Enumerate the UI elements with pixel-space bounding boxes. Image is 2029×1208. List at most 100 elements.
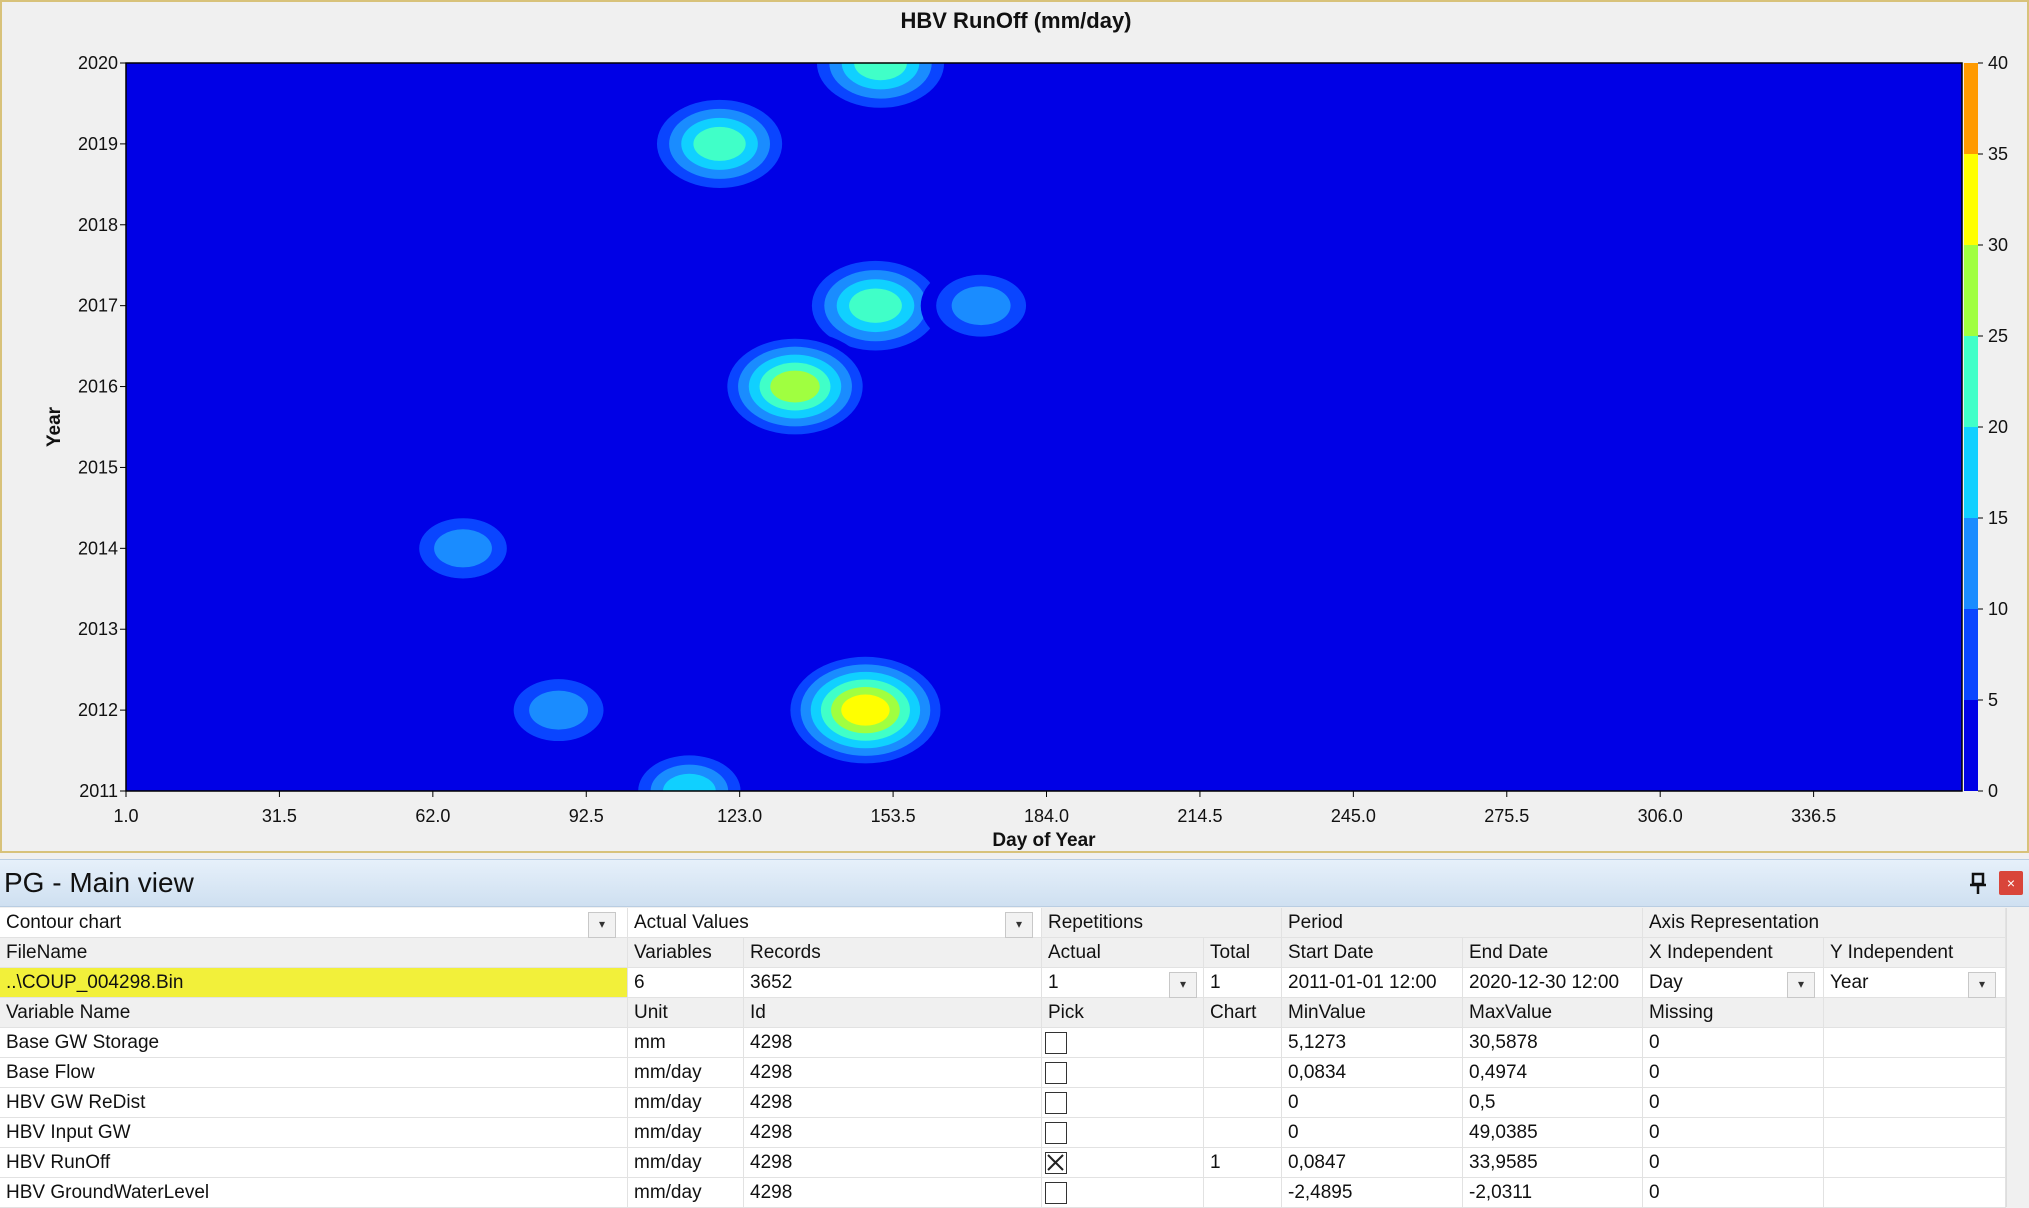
col-start-date: Start Date [1282, 938, 1463, 968]
var-id-cell: 4298 [744, 1028, 1042, 1058]
pin-icon[interactable] [1967, 872, 1989, 896]
var-name-cell: HBV GW ReDist [0, 1088, 628, 1118]
x-tick-label: 123.0 [717, 806, 762, 826]
y-tick-label: 2014 [78, 538, 118, 558]
start-date-cell[interactable]: 2011-01-01 12:00 [1282, 968, 1463, 998]
var-name-cell: HBV Input GW [0, 1118, 628, 1148]
empty-cell [1824, 1088, 2006, 1118]
var-unit-cell: mm/day [628, 1118, 744, 1148]
var-chart-cell: 1 [1204, 1148, 1282, 1178]
colorbar: 0 5 10 15 20 25 30 35 40 [1964, 53, 2008, 801]
pick-checkbox[interactable] [1045, 1122, 1067, 1144]
close-icon[interactable]: × [1999, 871, 2023, 895]
x-tick-label: 245.0 [1331, 806, 1376, 826]
contour-level-8-3 [951, 286, 1011, 326]
colorbar-tick-label: 35 [1988, 144, 2008, 164]
var-max-cell: 30,5878 [1463, 1028, 1643, 1058]
colorbar-tick-label: 40 [1988, 53, 2008, 73]
x-tick-label: 306.0 [1638, 806, 1683, 826]
pick-checkbox[interactable] [1045, 1182, 1067, 1204]
x-tick-label: 62.0 [415, 806, 450, 826]
pick-cell [1042, 1118, 1204, 1148]
properties-grid: Contour chart ▾ Actual Values ▾ Repetiti… [0, 908, 2006, 1208]
var-unit-cell: mm/day [628, 1178, 744, 1208]
axis-representation-header: Axis Representation [1643, 908, 2006, 938]
colorbar-tick-label: 5 [1988, 690, 1998, 710]
col-variables: Variables [628, 938, 744, 968]
pick-checkbox[interactable] [1045, 1062, 1067, 1084]
var-min-cell: 0,0834 [1282, 1058, 1463, 1088]
var-chart-cell [1204, 1178, 1282, 1208]
var-chart-cell [1204, 1028, 1282, 1058]
empty-cell [1824, 1118, 2006, 1148]
col-x-independent: X Independent [1643, 938, 1824, 968]
contour-level-5-3 [529, 690, 589, 730]
empty-cell [1824, 1178, 2006, 1208]
var-max-cell: -2,0311 [1463, 1178, 1643, 1208]
var-id-cell: 4298 [744, 1058, 1042, 1088]
col-id: Id [744, 998, 1042, 1028]
colorbar-segment [1964, 518, 1978, 609]
var-chart-cell [1204, 1088, 1282, 1118]
vertical-scrollbar[interactable] [2006, 908, 2029, 1207]
col-max-value: MaxValue [1463, 998, 1643, 1028]
col-y-independent: Y Independent [1824, 938, 2006, 968]
var-missing-cell: 0 [1643, 1118, 1824, 1148]
chart-type-value: Contour chart [6, 912, 122, 933]
colorbar-tick-label: 10 [1988, 599, 2008, 619]
chart-title: HBV RunOff (mm/day) [901, 8, 1132, 33]
colorbar-tick-label: 0 [1988, 781, 1998, 801]
var-min-cell: 0,0847 [1282, 1148, 1463, 1178]
var-id-cell: 4298 [744, 1178, 1042, 1208]
var-missing-cell: 0 [1643, 1028, 1824, 1058]
contour-level-2-5 [693, 126, 746, 161]
colorbar-segment [1964, 700, 1978, 791]
value-type-select[interactable]: Actual Values [628, 908, 1042, 938]
chart-type-select[interactable]: Contour chart [0, 908, 628, 938]
x-tick-label: 275.5 [1484, 806, 1529, 826]
col-pick: Pick [1042, 998, 1204, 1028]
var-chart-cell [1204, 1118, 1282, 1148]
checkmark-x-icon [1047, 1154, 1064, 1171]
value-type-value: Actual Values [634, 912, 749, 933]
end-date-cell[interactable]: 2020-12-30 12:00 [1463, 968, 1643, 998]
col-variable-name: Variable Name [0, 998, 628, 1028]
col-filename: FileName [0, 938, 628, 968]
var-max-cell: 33,9585 [1463, 1148, 1643, 1178]
var-min-cell: 5,1273 [1282, 1028, 1463, 1058]
empty-cell [1824, 1058, 2006, 1088]
col-unit: Unit [628, 998, 744, 1028]
x-tick-label: 1.0 [113, 806, 138, 826]
var-min-cell: 0 [1282, 1118, 1463, 1148]
pick-checkbox[interactable] [1045, 1032, 1067, 1054]
x-independent-dropdown-button[interactable]: ▾ [1787, 972, 1815, 998]
y-tick-label: 2019 [78, 134, 118, 154]
col-actual: Actual [1042, 938, 1204, 968]
x-tick-label: 184.0 [1024, 806, 1069, 826]
var-min-cell: 0 [1282, 1088, 1463, 1118]
value-type-dropdown-button[interactable]: ▾ [1005, 912, 1033, 938]
actual-dropdown-button[interactable]: ▾ [1169, 972, 1197, 998]
colorbar-segment [1964, 427, 1978, 518]
y-tick-label: 2013 [78, 619, 118, 639]
var-name-cell: Base Flow [0, 1058, 628, 1088]
var-chart-cell [1204, 1058, 1282, 1088]
empty-cell [1824, 1028, 2006, 1058]
col-records: Records [744, 938, 1042, 968]
col-missing: Missing [1643, 998, 1824, 1028]
y-axis: 2011 2012 2013 2014 2015 2016 2017 2018 2019 2020 [78, 53, 126, 801]
pick-checkbox[interactable] [1045, 1152, 1067, 1174]
filename-cell[interactable]: ..\COUP_004298.Bin [0, 968, 628, 998]
plot-background [126, 63, 1962, 791]
chart-type-dropdown-button[interactable]: ▾ [588, 912, 616, 938]
contour-level-3-6 [770, 370, 820, 403]
colorbar-segment [1964, 609, 1978, 700]
y-axis-label: Year [44, 406, 65, 447]
total-cell: 1 [1204, 968, 1282, 998]
y-independent-dropdown-button[interactable]: ▾ [1968, 972, 1996, 998]
y-tick-label: 2015 [78, 457, 118, 477]
colorbar-segment [1964, 336, 1978, 427]
pick-checkbox[interactable] [1045, 1092, 1067, 1114]
col-chart: Chart [1204, 998, 1282, 1028]
colorbar-segment [1964, 245, 1978, 336]
